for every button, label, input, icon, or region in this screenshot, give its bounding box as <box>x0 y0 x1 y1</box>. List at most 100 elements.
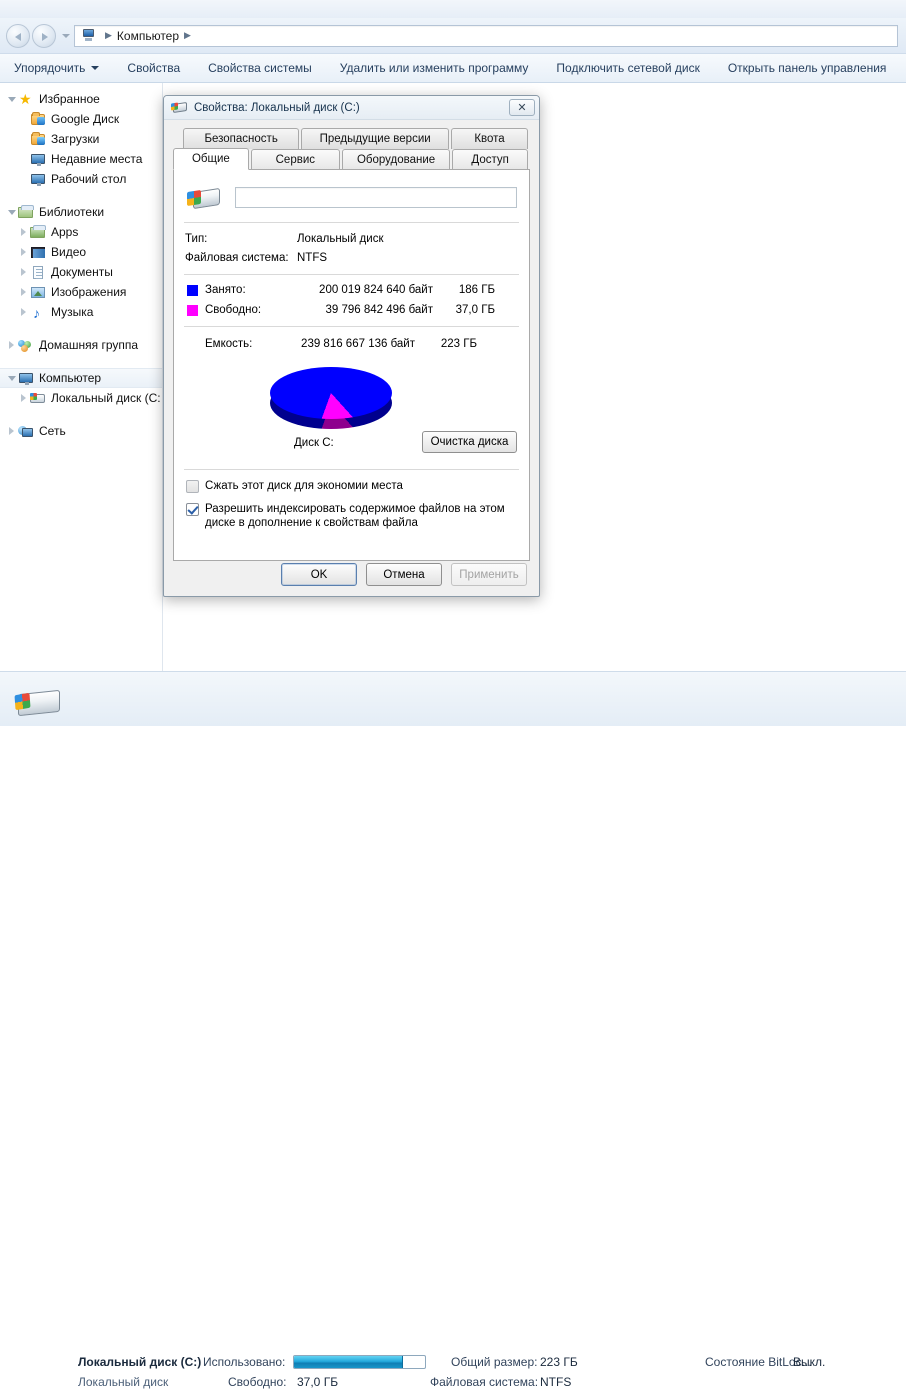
toolbar-system-properties[interactable]: Свойства системы <box>194 54 326 83</box>
toolbar-properties[interactable]: Свойства <box>113 54 194 83</box>
tab-security[interactable]: Безопасность <box>183 128 300 149</box>
back-button[interactable] <box>6 23 30 48</box>
sidebar-item-computer[interactable]: Компьютер <box>0 368 162 388</box>
expander-closed-icon[interactable] <box>18 392 30 404</box>
recent-pages-dropdown-icon[interactable] <box>60 26 72 46</box>
toolbar-organize-label: Упорядочить <box>14 61 86 75</box>
used-space-fill <box>294 1356 403 1368</box>
expander-closed-icon[interactable] <box>18 306 30 318</box>
breadcrumb-separator-icon[interactable]: ▶ <box>184 30 191 41</box>
tab-panel-general: Тип: Локальный диск Файловая система: NT… <box>173 169 530 561</box>
sidebar-item-desktop[interactable]: Рабочий стол <box>0 169 162 189</box>
expander-closed-icon[interactable] <box>18 286 30 298</box>
dialog-buttons: OK Отмена Применить <box>164 563 541 586</box>
sidebar-item-video[interactable]: Видео <box>0 242 162 262</box>
tab-quota[interactable]: Квота <box>451 128 528 149</box>
legend-label: Занято: <box>205 284 246 296</box>
disk-cleanup-button[interactable]: Очистка диска <box>422 431 517 453</box>
close-icon[interactable]: ✕ <box>509 99 535 116</box>
apply-button: Применить <box>451 563 527 586</box>
expander-closed-icon[interactable] <box>18 226 30 238</box>
tab-previous-versions[interactable]: Предыдущие версии <box>301 128 449 149</box>
sidebar-label: Google Диск <box>51 112 120 126</box>
folder-google-drive-icon <box>30 111 46 127</box>
expander-closed-icon[interactable] <box>18 266 30 278</box>
index-contents-label: Разрешить индексировать содержимое файло… <box>205 503 505 529</box>
apps-library-icon <box>30 224 46 240</box>
cancel-button[interactable]: Отмена <box>366 563 442 586</box>
sidebar-item-local-disk-c[interactable]: Локальный диск (C: <box>0 388 162 408</box>
info-value: Локальный диск <box>297 232 384 245</box>
dialog-titlebar[interactable]: Свойства: Локальный диск (C:) ✕ <box>164 96 539 120</box>
sidebar-group-homegroup[interactable]: Домашняя группа <box>0 335 162 355</box>
volume-label-row <box>184 170 519 222</box>
sidebar-label: Рабочий стол <box>51 172 127 186</box>
disk-info-block: Тип: Локальный диск Файловая система: NT… <box>184 223 519 274</box>
sidebar-label: Домашняя группа <box>39 338 139 352</box>
legend-bytes: 39 796 842 496 байт <box>325 304 433 316</box>
music-library-icon: ♪ <box>33 304 40 321</box>
tab-tools[interactable]: Сервис <box>250 149 340 170</box>
details-free-value: 37,0 ГБ <box>297 1375 339 1389</box>
expander-closed-icon[interactable] <box>6 339 18 351</box>
expander-closed-icon[interactable] <box>18 246 30 258</box>
tab-hardware[interactable]: Оборудование <box>341 149 451 170</box>
index-contents-row[interactable]: Разрешить индексировать содержимое файло… <box>184 493 519 530</box>
legend-row-used: Занято: 200 019 824 640 байт 186 ГБ <box>187 280 519 300</box>
details-disk-type: Локальный диск <box>78 1375 169 1389</box>
sidebar-label: Видео <box>51 245 87 259</box>
sidebar-group-favorites[interactable]: ★ Избранное <box>0 89 162 109</box>
sidebar-label: Недавние места <box>51 152 143 166</box>
sidebar-label: Музыка <box>51 305 94 319</box>
index-contents-checkbox[interactable] <box>186 503 199 516</box>
expander-open-icon[interactable] <box>6 93 18 105</box>
compress-drive-checkbox[interactable] <box>186 480 199 493</box>
sidebar-item-documents[interactable]: Документы <box>0 262 162 282</box>
info-value: NTFS <box>297 251 328 264</box>
sidebar-item-downloads[interactable]: Загрузки <box>0 129 162 149</box>
legend-size: 37,0 ГБ <box>455 304 495 316</box>
tab-sharing[interactable]: Доступ <box>452 149 528 170</box>
details-used-label: Использовано: <box>203 1355 286 1369</box>
expander-open-icon[interactable] <box>6 206 18 218</box>
toolbar-map-network-drive[interactable]: Подключить сетевой диск <box>542 54 713 83</box>
sidebar-item-apps[interactable]: Apps <box>0 222 162 242</box>
disk-usage-pie-chart: Диск C: Очистка диска <box>184 359 519 469</box>
sidebar-group-libraries[interactable]: Библиотеки <box>0 202 162 222</box>
sidebar-item-recent-places[interactable]: Недавние места <box>0 149 162 169</box>
sidebar-item-pictures[interactable]: Изображения <box>0 282 162 302</box>
usage-legend-block: Занято: 200 019 824 640 байт 186 ГБ Своб… <box>184 275 519 326</box>
legend-swatch-free <box>187 304 198 316</box>
tab-general[interactable]: Общие <box>173 148 249 170</box>
details-fs-value: NTFS <box>540 1375 572 1389</box>
compress-drive-row[interactable]: Сжать этот диск для экономии места <box>184 470 519 493</box>
used-space-progressbar <box>293 1355 426 1369</box>
toolbar-open-control-panel[interactable]: Открыть панель управления <box>714 54 901 83</box>
forward-button[interactable] <box>32 23 56 48</box>
expander-closed-icon[interactable] <box>6 425 18 437</box>
folder-downloads-icon <box>30 131 46 147</box>
volume-label-input[interactable] <box>235 186 517 208</box>
toolbar-organize[interactable]: Упорядочить <box>0 54 113 83</box>
video-library-icon <box>30 245 46 260</box>
sidebar-label: Изображения <box>51 285 127 299</box>
capacity-bytes: 239 816 667 136 байт <box>301 337 415 350</box>
details-bitlocker-value: Выкл. <box>793 1355 826 1369</box>
sidebar-item-music[interactable]: ♪ Музыка <box>0 302 162 322</box>
navigation-pane[interactable]: ★ Избранное Google Диск Загрузки Недавни… <box>0 83 163 671</box>
legend-swatch-used <box>187 284 198 296</box>
sidebar-label: Избранное <box>39 92 100 106</box>
breadcrumb-computer[interactable]: Компьютер <box>117 29 179 43</box>
sidebar-group-network[interactable]: Сеть <box>0 421 162 441</box>
local-disk-icon <box>14 684 62 718</box>
expander-open-icon[interactable] <box>6 372 18 384</box>
details-pane: Локальный диск (C:) Локальный диск Испол… <box>0 671 906 1389</box>
nav-buttons <box>6 23 74 48</box>
toolbar-uninstall-change-program[interactable]: Удалить или изменить программу <box>326 54 543 83</box>
sidebar-item-google-drive[interactable]: Google Диск <box>0 109 162 129</box>
star-icon: ★ <box>19 90 32 107</box>
ok-button[interactable]: OK <box>281 563 357 586</box>
pie-chart-top <box>270 367 392 419</box>
drive-icon <box>171 101 188 114</box>
address-bar[interactable]: ▶ Компьютер ▶ <box>74 24 898 47</box>
